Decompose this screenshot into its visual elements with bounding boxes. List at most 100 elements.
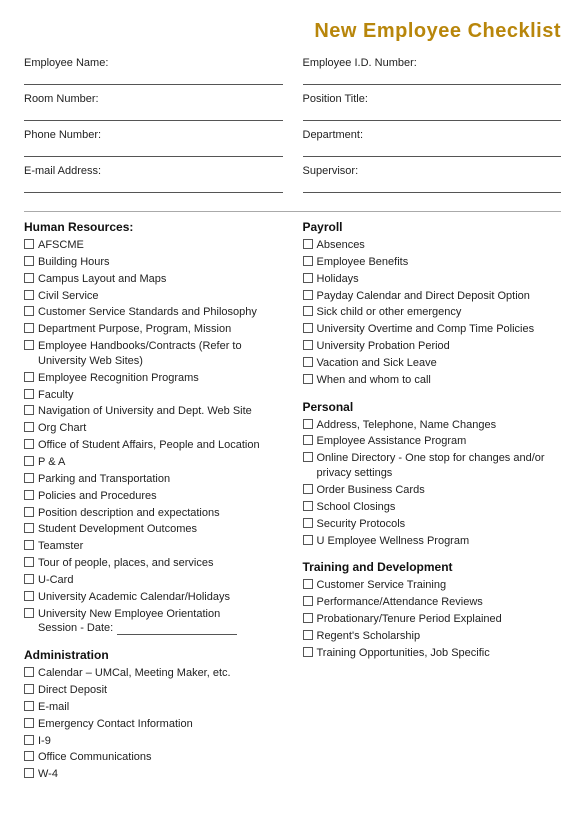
checkbox[interactable] <box>24 507 34 517</box>
checkbox[interactable] <box>303 340 313 350</box>
checkbox[interactable] <box>24 591 34 601</box>
list-item: University Probation Period <box>303 339 562 354</box>
list-item: Office Communications <box>24 750 283 765</box>
checkbox[interactable] <box>303 518 313 528</box>
list-item: Performance/Attendance Reviews <box>303 595 562 610</box>
checkbox[interactable] <box>24 340 34 350</box>
list-item: Online Directory - One stop for changes … <box>303 451 562 481</box>
checkbox[interactable] <box>24 405 34 415</box>
phone-number-label: Phone Number: <box>24 129 283 141</box>
session-date-input[interactable] <box>117 623 237 635</box>
checkbox[interactable] <box>24 574 34 584</box>
checkbox[interactable] <box>303 484 313 494</box>
session-date-line: Session - Date: <box>38 621 237 636</box>
section-admin-title: Administration <box>24 648 283 662</box>
checkbox[interactable] <box>303 374 313 384</box>
checkbox[interactable] <box>24 718 34 728</box>
email-label: E-mail Address: <box>24 165 283 177</box>
checkbox[interactable] <box>24 273 34 283</box>
list-item: Department Purpose, Program, Mission <box>24 322 283 337</box>
list-item: University Academic Calendar/Holidays <box>24 590 283 605</box>
position-title-input[interactable] <box>303 107 562 121</box>
checkbox[interactable] <box>24 540 34 550</box>
checkbox[interactable] <box>303 419 313 429</box>
checkbox[interactable] <box>24 667 34 677</box>
checkbox[interactable] <box>24 473 34 483</box>
supervisor-label: Supervisor: <box>303 165 562 177</box>
list-item: Regent's Scholarship <box>303 629 562 644</box>
room-number-field: Room Number: <box>24 93 283 121</box>
checkbox[interactable] <box>24 306 34 316</box>
section-human-resources: Human Resources: AFSCME Building Hours C… <box>24 220 283 636</box>
list-item: Faculty <box>24 388 283 403</box>
list-item: Emergency Contact Information <box>24 717 283 732</box>
employee-id-label: Employee I.D. Number: <box>303 57 562 69</box>
list-item: Sick child or other emergency <box>303 305 562 320</box>
supervisor-input[interactable] <box>303 179 562 193</box>
list-item: Order Business Cards <box>303 483 562 498</box>
employee-name-input[interactable] <box>24 71 283 85</box>
list-item: University New Employee Orientation Sess… <box>24 607 283 637</box>
checkbox[interactable] <box>24 557 34 567</box>
list-item: Training Opportunities, Job Specific <box>303 646 562 661</box>
checkbox[interactable] <box>24 372 34 382</box>
checkbox[interactable] <box>303 613 313 623</box>
checkbox[interactable] <box>303 535 313 545</box>
checkbox[interactable] <box>24 389 34 399</box>
checkbox[interactable] <box>303 452 313 462</box>
checkbox[interactable] <box>24 523 34 533</box>
list-item: Security Protocols <box>303 517 562 532</box>
checkbox[interactable] <box>24 751 34 761</box>
list-item: Student Development Outcomes <box>24 522 283 537</box>
form-section: Employee Name: Employee I.D. Number: Roo… <box>24 57 561 197</box>
checkbox[interactable] <box>303 647 313 657</box>
checkbox[interactable] <box>24 735 34 745</box>
email-input[interactable] <box>24 179 283 193</box>
checkbox[interactable] <box>303 596 313 606</box>
checkbox[interactable] <box>24 256 34 266</box>
checkbox[interactable] <box>303 306 313 316</box>
list-item: Office of Student Affairs, People and Lo… <box>24 438 283 453</box>
checkbox[interactable] <box>24 701 34 711</box>
checkbox[interactable] <box>24 768 34 778</box>
checkbox[interactable] <box>24 684 34 694</box>
checkbox[interactable] <box>303 501 313 511</box>
checkbox[interactable] <box>303 323 313 333</box>
section-payroll-title: Payroll <box>303 220 562 234</box>
checkbox[interactable] <box>24 323 34 333</box>
checkbox[interactable] <box>303 290 313 300</box>
checkbox[interactable] <box>24 456 34 466</box>
checkbox[interactable] <box>303 630 313 640</box>
checkbox[interactable] <box>24 239 34 249</box>
checkbox[interactable] <box>24 608 34 618</box>
checkbox[interactable] <box>303 256 313 266</box>
list-item: Customer Service Training <box>303 578 562 593</box>
checkbox[interactable] <box>303 273 313 283</box>
room-number-input[interactable] <box>24 107 283 121</box>
checkbox[interactable] <box>24 422 34 432</box>
employee-id-input[interactable] <box>303 71 562 85</box>
department-input[interactable] <box>303 143 562 157</box>
checkbox[interactable] <box>303 579 313 589</box>
phone-number-input[interactable] <box>24 143 283 157</box>
checkbox[interactable] <box>303 239 313 249</box>
list-item: Civil Service <box>24 289 283 304</box>
checkbox[interactable] <box>24 290 34 300</box>
list-item: Probationary/Tenure Period Explained <box>303 612 562 627</box>
section-personal-title: Personal <box>303 400 562 414</box>
list-item: Holidays <box>303 272 562 287</box>
section-hr-title: Human Resources: <box>24 220 283 234</box>
room-number-label: Room Number: <box>24 93 283 105</box>
checkbox[interactable] <box>24 439 34 449</box>
checkbox[interactable] <box>24 490 34 500</box>
list-item: P & A <box>24 455 283 470</box>
department-field: Department: <box>303 129 562 157</box>
checklist-body: Human Resources: AFSCME Building Hours C… <box>24 220 561 794</box>
section-training-title: Training and Development <box>303 560 562 574</box>
checkbox[interactable] <box>303 435 313 445</box>
checkbox[interactable] <box>303 357 313 367</box>
list-item: I-9 <box>24 734 283 749</box>
list-item: When and whom to call <box>303 373 562 388</box>
list-item: Org Chart <box>24 421 283 436</box>
list-item: U Employee Wellness Program <box>303 534 562 549</box>
